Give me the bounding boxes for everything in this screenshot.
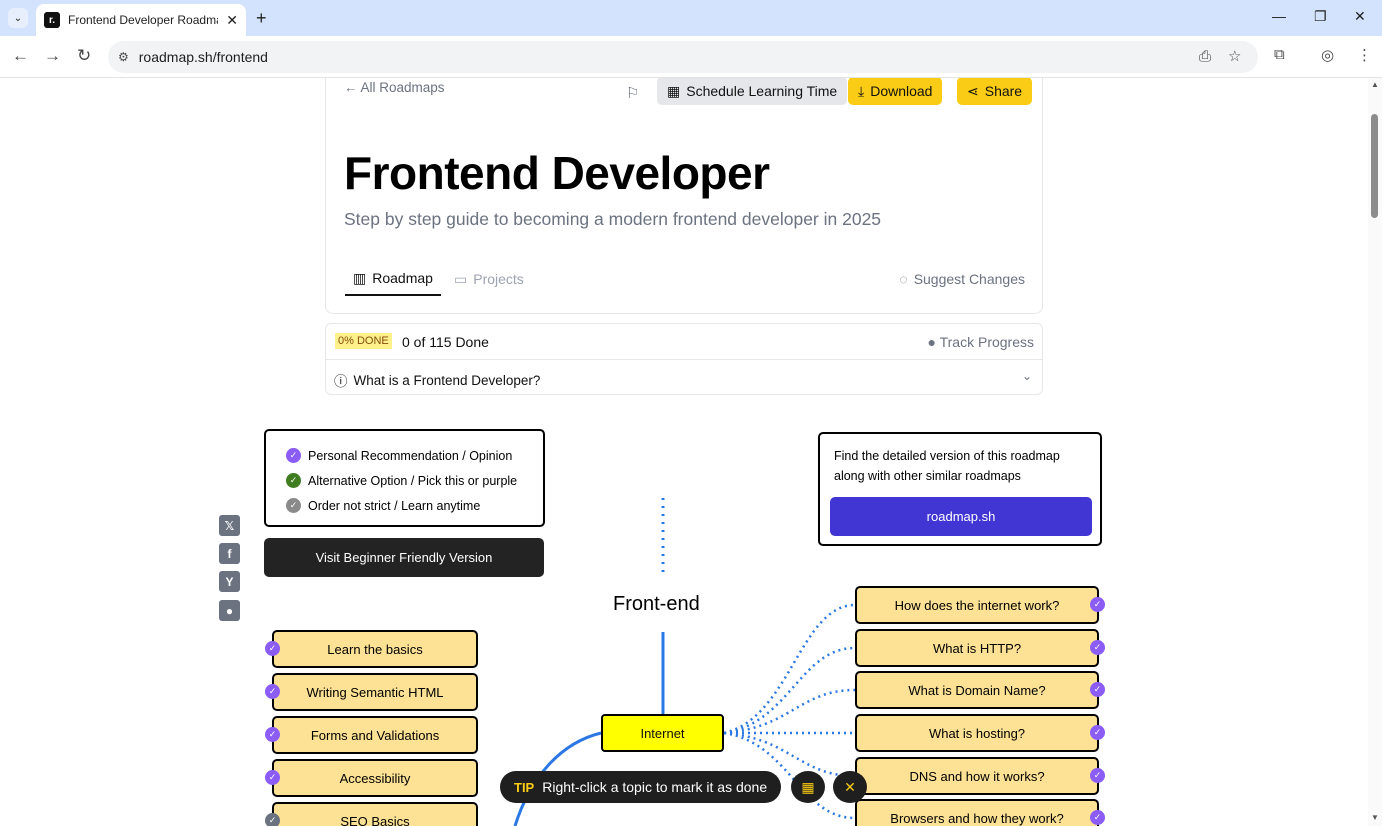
internet-node[interactable]: Internet (601, 714, 724, 752)
check-circle-icon: ✓ (265, 684, 280, 699)
x-twitter-icon[interactable]: 𝕏 (219, 515, 240, 536)
detailed-roadmap-box: Find the detailed version of this roadma… (818, 432, 1102, 546)
hackernews-icon[interactable]: Y (219, 571, 240, 592)
check-circle-icon: ✓ (265, 727, 280, 742)
check-circle-icon: ✓ (286, 473, 301, 488)
check-circle-icon: ✓ (1090, 725, 1105, 740)
minimize-icon[interactable]: — (1272, 8, 1286, 24)
back-arrow-icon[interactable]: ← (12, 46, 29, 66)
scroll-up-icon[interactable]: ▲ (1371, 80, 1379, 89)
forward-arrow-icon[interactable]: → (44, 46, 61, 66)
roadmap-node[interactable]: What is hosting? (855, 714, 1099, 752)
check-circle-icon: ✓ (1090, 640, 1105, 655)
restore-icon[interactable]: ❐ (1314, 8, 1327, 25)
tip-text: Right-click a topic to mark it as done (542, 779, 768, 795)
check-circle-icon: ✓ (1090, 682, 1105, 697)
close-tip-icon[interactable]: ✕ (833, 771, 867, 803)
facebook-icon[interactable]: f (219, 543, 240, 564)
browser-toolbar: ← → ↻ ⚙ roadmap.sh/frontend ⎙ ☆ ⧉ ◎ ⋮ (0, 36, 1382, 78)
scroll-thumb[interactable] (1371, 114, 1378, 218)
roadmap-node[interactable]: Browsers and how they work? (855, 799, 1099, 826)
legend-item: ✓ Alternative Option / Pick this or purp… (286, 468, 543, 493)
tip-banner: TIP Right-click a topic to mark it as do… (500, 771, 782, 803)
bookmark-star-icon[interactable]: ☆ (1228, 47, 1241, 65)
check-circle-icon: ✓ (1090, 768, 1105, 783)
tab-list-chevron-icon[interactable]: ⌄ (8, 8, 28, 28)
roadmap-node[interactable]: What is Domain Name? (855, 671, 1099, 709)
legend-label: Alternative Option / Pick this or purple (308, 473, 518, 488)
calendar-button-icon[interactable]: ▦ (791, 771, 825, 803)
page-scrollbar[interactable]: ▲ ▼ (1368, 78, 1382, 826)
install-app-icon[interactable]: ⎙ (1199, 48, 1211, 65)
check-circle-icon: ✓ (1090, 810, 1105, 825)
legend-label: Order not strict / Learn anytime (308, 498, 481, 513)
browser-tab[interactable]: r. Frontend Developer Roadma ✕ (36, 4, 246, 36)
roadmap-favicon-icon: r. (44, 12, 60, 28)
reddit-icon[interactable]: ● (219, 600, 240, 621)
legend-item: ✓ Personal Recommendation / Opinion (286, 443, 543, 468)
check-circle-icon: ✓ (286, 448, 301, 463)
detailed-roadmap-text: Find the detailed version of this roadma… (834, 449, 1060, 483)
new-tab-icon[interactable]: + (256, 8, 267, 28)
check-circle-icon: ✓ (286, 498, 301, 513)
roadmap-node[interactable]: How does the internet work? (855, 586, 1099, 624)
roadmap-node[interactable]: DNS and how it works? (855, 757, 1099, 795)
beginner-version-button[interactable]: Visit Beginner Friendly Version (264, 538, 544, 577)
menu-kebab-icon[interactable]: ⋮ (1357, 46, 1372, 64)
tip-label: TIP (514, 779, 535, 795)
window-close-icon[interactable]: ✕ (1354, 8, 1366, 25)
check-circle-icon: ✓ (265, 770, 280, 785)
site-settings-icon[interactable]: ⚙ (118, 50, 129, 64)
legend-box: ✓ Personal Recommendation / Opinion ✓ Al… (264, 429, 545, 527)
page-content: ← All Roadmaps ⚐ ▦ Schedule Learning Tim… (0, 78, 1368, 826)
browser-tab-bar: ⌄ r. Frontend Developer Roadma ✕ + — ❐ ✕ (0, 0, 1382, 36)
roadmap-node[interactable]: Forms and Validations (272, 716, 478, 754)
url-text: roadmap.sh/frontend (138, 49, 268, 65)
profile-icon[interactable]: ◎ (1321, 46, 1334, 64)
address-bar[interactable]: ⚙ roadmap.sh/frontend (108, 41, 1258, 73)
tab-title: Frontend Developer Roadma (68, 13, 218, 27)
legend-item: ✓ Order not strict / Learn anytime (286, 493, 543, 518)
roadmap-node[interactable]: Writing Semantic HTML (272, 673, 478, 711)
roadmap-node[interactable]: What is HTTP? (855, 629, 1099, 667)
roadmap-node[interactable]: Accessibility (272, 759, 478, 797)
legend-label: Personal Recommendation / Opinion (308, 448, 513, 463)
front-end-label: Front-end (613, 593, 700, 615)
scroll-down-icon[interactable]: ▼ (1371, 813, 1379, 822)
roadmap-node[interactable]: SEO Basics (272, 802, 478, 826)
reload-icon[interactable]: ↻ (77, 46, 91, 66)
check-circle-icon: ✓ (1090, 597, 1105, 612)
roadmap-sh-button[interactable]: roadmap.sh (830, 497, 1092, 536)
check-circle-icon: ✓ (265, 813, 280, 826)
extensions-icon[interactable]: ⧉ (1274, 46, 1285, 63)
tab-close-icon[interactable]: ✕ (226, 12, 238, 29)
roadmap-node[interactable]: Learn the basics (272, 630, 478, 668)
check-circle-icon: ✓ (265, 641, 280, 656)
